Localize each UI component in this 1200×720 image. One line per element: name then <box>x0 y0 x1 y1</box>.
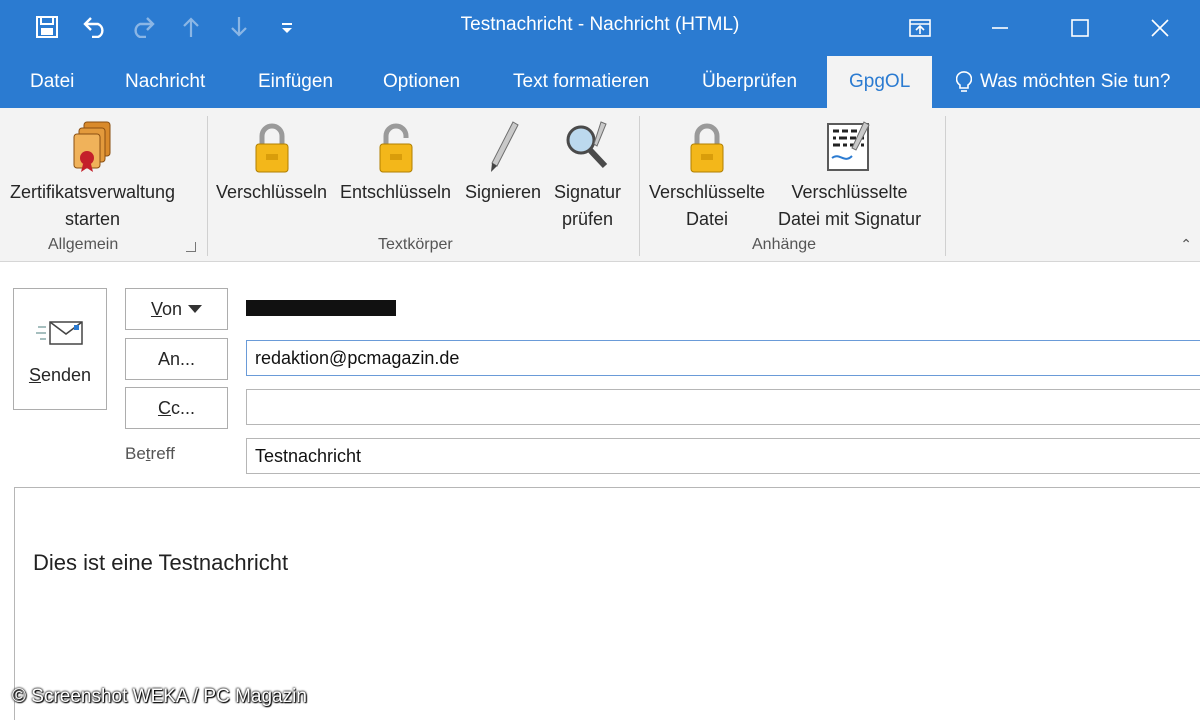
send-envelope-icon <box>14 319 106 355</box>
magnifier-icon <box>554 118 621 174</box>
ribbon: Zertifikatsverwaltung starten Allgemein … <box>0 108 1200 262</box>
close-icon[interactable] <box>1120 8 1200 48</box>
cc-field[interactable] <box>246 389 1200 425</box>
to-button[interactable]: An... <box>125 338 228 380</box>
encrypted-file-label-1: Verschlüsselte <box>649 182 766 202</box>
lightbulb-icon <box>956 71 972 92</box>
decrypt-button[interactable]: Entschlüsseln <box>340 118 451 206</box>
group-label-allgemein: Allgemein <box>48 236 119 253</box>
subject-field[interactable]: Testnachricht <box>246 438 1200 474</box>
cc-label-accesskey: C <box>157 397 171 418</box>
group-separator <box>639 116 640 256</box>
send-label-accesskey: S <box>28 365 41 385</box>
encrypted-file-button[interactable]: Verschlüsselte Datei <box>649 118 765 233</box>
dialog-launcher-icon[interactable] <box>186 242 196 252</box>
sign-label: Signieren <box>465 182 542 202</box>
title-bar: Testnachricht - Nachricht (HTML) <box>0 0 1200 56</box>
group-label-anhaenge: Anhänge <box>752 236 817 253</box>
certificate-manager-label-1: Zertifikatsverwaltung <box>10 182 176 202</box>
window-controls <box>880 8 1200 48</box>
lock-icon <box>649 118 765 174</box>
encrypted-signed-file-label-1: Verschlüsselte <box>791 182 908 202</box>
group-label-textkoerper: Textkörper <box>378 236 453 253</box>
ribbon-display-icon[interactable] <box>880 8 960 48</box>
screenshot-credit: © Screenshot WEKA / PC Magazin <box>12 686 307 707</box>
to-label-rest: n... <box>170 348 196 369</box>
tab-nachricht[interactable]: Nachricht <box>125 56 205 108</box>
tab-text-formatieren[interactable]: Text formatieren <box>513 56 649 108</box>
encrypted-file-label-2: Datei <box>686 209 729 229</box>
certificate-manager-button[interactable]: Zertifikatsverwaltung starten <box>10 118 175 233</box>
encrypt-label: Verschlüsseln <box>216 182 328 202</box>
certificate-manager-label-2: starten <box>65 209 121 229</box>
tab-ueberpruefen[interactable]: Überprüfen <box>702 56 797 108</box>
send-label: Senden <box>14 365 106 386</box>
verify-signature-label-1: Signatur <box>554 182 622 202</box>
maximize-icon[interactable] <box>1040 8 1120 48</box>
minimize-icon[interactable] <box>960 8 1040 48</box>
certificates-icon <box>10 118 175 174</box>
ribbon-tabs: Datei Nachricht Einfügen Optionen Text f… <box>0 56 1200 108</box>
cc-label: Cc... <box>158 398 195 419</box>
message-body-text: Dies ist eine Testnachricht <box>33 550 289 575</box>
lock-icon <box>216 118 327 174</box>
unlock-icon <box>340 118 451 174</box>
encrypt-button[interactable]: Verschlüsseln <box>216 118 327 206</box>
verify-signature-button[interactable]: Signatur prüfen <box>554 118 621 233</box>
cc-label-rest: c... <box>170 397 195 418</box>
tab-datei[interactable]: Datei <box>30 56 74 108</box>
send-label-rest: enden <box>40 365 92 385</box>
subject-label-first: Be <box>125 444 146 463</box>
pen-icon <box>465 118 541 174</box>
encrypted-signed-file-label-2: Datei mit Signatur <box>778 209 922 229</box>
tab-gpgol[interactable]: GpgOL <box>827 56 933 108</box>
chevron-down-icon <box>188 305 203 313</box>
group-separator <box>207 116 208 256</box>
sign-button[interactable]: Signieren <box>465 118 541 206</box>
from-label: Von <box>151 299 182 320</box>
to-label: An... <box>158 349 195 370</box>
send-button[interactable]: Senden <box>13 288 107 410</box>
from-button[interactable]: Von <box>125 288 228 330</box>
from-label-accesskey: V <box>150 298 162 319</box>
subject-label: Betreff <box>125 444 175 464</box>
group-separator <box>945 116 946 256</box>
cc-button[interactable]: Cc... <box>125 387 228 429</box>
to-field[interactable]: redaktion@pcmagazin.de <box>246 340 1200 376</box>
decrypt-label: Entschlüsseln <box>340 182 452 202</box>
tab-einfuegen[interactable]: Einfügen <box>258 56 333 108</box>
from-label-rest: on <box>161 298 183 319</box>
redacted-sender <box>246 300 396 316</box>
encrypted-signed-file-button[interactable]: Verschlüsselte Datei mit Signatur <box>778 118 921 233</box>
tell-me-search[interactable]: Was möchten Sie tun? <box>956 56 1170 108</box>
verify-signature-label-2: prüfen <box>562 209 614 229</box>
collapse-ribbon-icon[interactable]: ⌃ <box>1180 236 1192 253</box>
signed-document-icon <box>778 118 921 174</box>
subject-label-rest: reff <box>150 444 175 463</box>
tell-me-label: Was möchten Sie tun? <box>980 71 1171 92</box>
to-label-accesskey: A <box>157 348 170 369</box>
tab-optionen[interactable]: Optionen <box>383 56 460 108</box>
